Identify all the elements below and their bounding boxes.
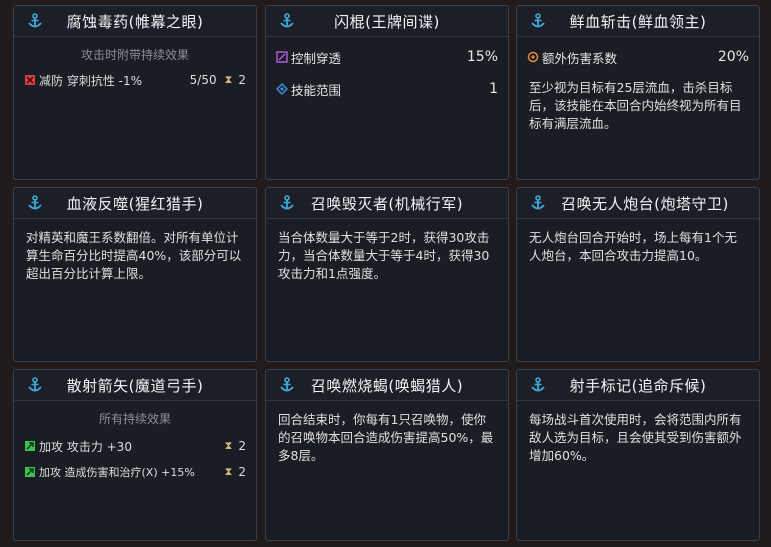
hourglass-icon: ⧗: [224, 73, 233, 86]
anchor-icon: [26, 194, 44, 212]
skill-card[interactable]: 召唤无人炮台(炮塔守卫) 无人炮台回合开始时，场上每有1个无人炮台，本回合攻击力…: [516, 187, 760, 362]
skill-card[interactable]: 腐蚀毒药(帷幕之眼) 攻击时附带持续效果 减防 穿刺抗性 -1% 5/50 ⧗ …: [13, 5, 257, 180]
card-title: 召唤毁灭者(机械行军): [310, 194, 464, 213]
card-description: 对精英和魔王系数翻倍。对所有单位计算生命百分比时提高40%，该部分可以超出百分比…: [26, 230, 242, 281]
attack-up-icon: [24, 440, 36, 452]
card-title: 召唤燃烧蝎(唤蝎猎人): [310, 376, 464, 395]
effect-row: 减防 穿刺抗性 -1% 5/50 ⧗ 2: [14, 69, 256, 91]
stat-label: 控制穿透: [291, 50, 342, 66]
stat-row: 控制穿透 15%: [266, 41, 508, 73]
anchor-icon: [26, 376, 44, 394]
stat-label: 技能范围: [291, 82, 342, 98]
card-header: 射手标记(追命斥候): [517, 370, 759, 401]
attack-up-icon: [24, 466, 36, 478]
card-header: 血液反噬(猩红猎手): [14, 188, 256, 219]
effect-duration: 2: [238, 439, 246, 453]
skill-card[interactable]: 召唤毁灭者(机械行军) 当合体数量大于等于2时，获得30攻击力，当合体数量大于等…: [265, 187, 509, 362]
skill-card[interactable]: 散射箭矢(魔道弓手) 所有持续效果 加攻 攻击力 +30 ⧗ 2 加攻 造成伤害…: [13, 369, 257, 541]
stat-row: 额外伤害系数 20%: [517, 41, 759, 73]
effect-row: 加攻 攻击力 +30 ⧗ 2: [14, 433, 256, 459]
card-title: 腐蚀毒药(帷幕之眼): [66, 12, 204, 31]
card-header: 召唤毁灭者(机械行军): [266, 188, 508, 219]
stat-value: 1: [489, 81, 498, 97]
card-title: 散射箭矢(魔道弓手): [66, 376, 204, 395]
card-header: 召唤无人炮台(炮塔守卫): [517, 188, 759, 219]
anchor-icon: [529, 12, 547, 30]
stat-label: 额外伤害系数: [542, 50, 618, 66]
skill-card[interactable]: 血液反噬(猩红猎手) 对精英和魔王系数翻倍。对所有单位计算生命百分比时提高40%…: [13, 187, 257, 362]
card-subtitle: 攻击时附带持续效果: [80, 48, 189, 62]
stat-value: 20%: [717, 49, 749, 65]
anchor-icon: [26, 12, 44, 30]
card-header: 散射箭矢(魔道弓手): [14, 370, 256, 401]
card-description: 当合体数量大于等于2时，获得30攻击力，当合体数量大于等于4时，获得30攻击力和…: [278, 230, 490, 281]
effect-duration: 2: [238, 73, 246, 87]
anchor-icon: [278, 12, 296, 30]
anchor-icon: [278, 194, 296, 212]
anchor-icon: [278, 376, 296, 394]
stat-value: 15%: [466, 49, 498, 65]
card-description: 至少视为目标有25层流血，击杀目标后，该技能在本回合内始终视为所有目标有满层流血…: [529, 80, 742, 131]
card-header: 鲜血斩击(鲜血领主): [517, 6, 759, 37]
armor-break-icon: [24, 74, 36, 86]
effect-stack-count: 5/50: [189, 73, 217, 87]
effect-text: 减防 穿刺抗性 -1%: [39, 73, 142, 88]
extra-damage-icon: [527, 51, 539, 63]
card-description: 每场战斗首次使用时，会将范围内所有敌人选为目标，且会使其受到伤害额外增加60%。: [529, 412, 742, 463]
effect-row: 加攻 造成伤害和治疗(X) +15% ⧗ 2: [14, 459, 256, 485]
card-description: 回合结束时，你每有1只召唤物，使你的召唤物本回合造成伤害提高50%，最多8层。: [278, 412, 494, 463]
card-title: 血液反噬(猩红猎手): [66, 194, 204, 213]
skill-card[interactable]: 召唤燃烧蝎(唤蝎猎人) 回合结束时，你每有1只召唤物，使你的召唤物本回合造成伤害…: [265, 369, 509, 541]
card-header: 腐蚀毒药(帷幕之眼): [14, 6, 256, 37]
card-subtitle: 所有持续效果: [98, 412, 171, 426]
card-title: 射手标记(追命斥候): [569, 376, 707, 395]
anchor-icon: [529, 194, 547, 212]
card-header: 闪棍(王牌间谍): [266, 6, 508, 37]
skill-card[interactable]: 鲜血斩击(鲜血领主) 额外伤害系数 20% 至少视为目标有25层流血，击杀目标后…: [516, 5, 760, 180]
card-title: 闪棍(王牌间谍): [334, 12, 440, 31]
card-header: 召唤燃烧蝎(唤蝎猎人): [266, 370, 508, 401]
hourglass-icon: ⧗: [224, 439, 233, 452]
effect-text: 加攻 攻击力 +30: [39, 439, 132, 454]
stat-row: 技能范围 1: [266, 73, 508, 105]
card-description: 无人炮台回合开始时，场上每有1个无人炮台，本回合攻击力提高10。: [529, 230, 737, 263]
card-title: 召唤无人炮台(炮塔守卫): [561, 194, 729, 213]
anchor-icon: [529, 376, 547, 394]
skill-card[interactable]: 射手标记(追命斥候) 每场战斗首次使用时，会将范围内所有敌人选为目标，且会使其受…: [516, 369, 760, 541]
effect-text: 加攻 造成伤害和治疗(X) +15%: [39, 466, 195, 479]
skill-card[interactable]: 闪棍(王牌间谍) 控制穿透 15% 技能范围 1: [265, 5, 509, 180]
hourglass-icon: ⧗: [224, 465, 233, 478]
control-pierce-icon: [276, 51, 288, 63]
effect-duration: 2: [238, 465, 246, 479]
skill-range-icon: [276, 83, 288, 95]
card-title: 鲜血斩击(鲜血领主): [569, 12, 707, 31]
